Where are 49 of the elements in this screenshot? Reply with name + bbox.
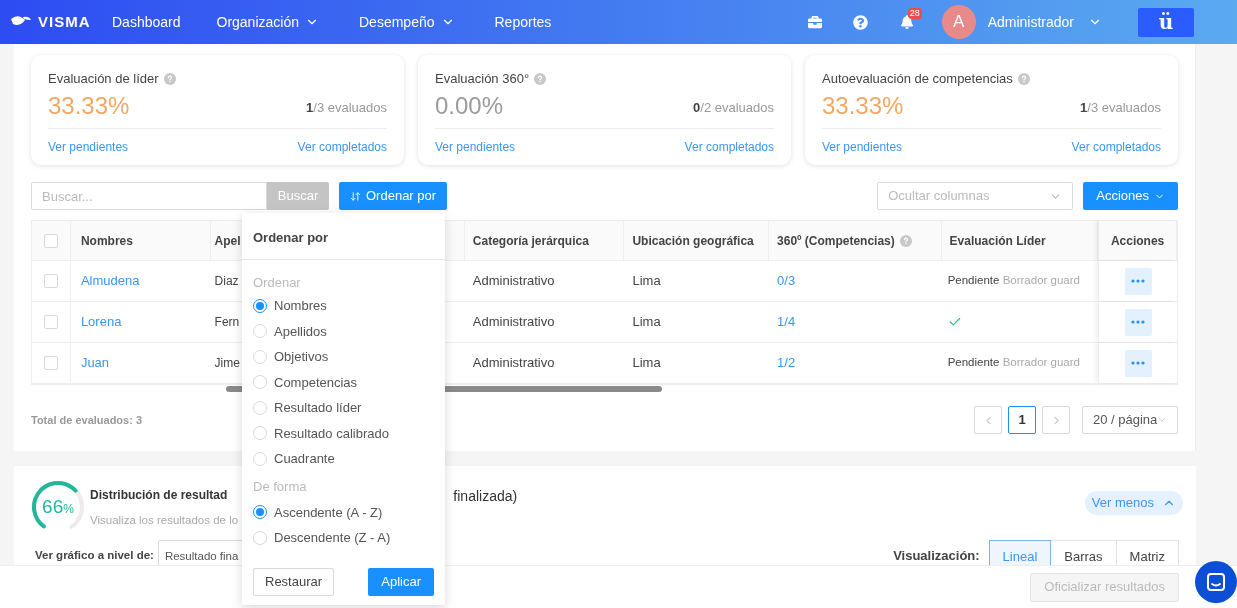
table-cell-text: Fern	[214, 314, 240, 331]
radio-label: Nombres	[274, 297, 327, 315]
leader-status: Pendiente Borrador guard	[947, 355, 1080, 371]
card-title: Evaluación 360°	[435, 70, 530, 88]
table-cell-text: Lima	[632, 272, 661, 291]
column-header: 360º (Competencias)	[777, 232, 895, 250]
column-header: Ubicación geográfica	[632, 232, 754, 250]
radio-label: Apellidos	[274, 322, 327, 341]
radio-label: Resultado líder	[274, 399, 362, 417]
card-percent: 0.00%	[435, 90, 504, 121]
card-count: 1/3 evaluados	[1080, 99, 1161, 117]
column-header: Nombres	[80, 232, 133, 250]
popup-title: Ordenar por	[253, 228, 329, 247]
radio-label: Resultado calibrado	[274, 424, 389, 443]
radio-label: Descendente (Z - A)	[274, 529, 391, 547]
table-cell-text: Jime	[214, 355, 240, 372]
column-header: Categoría jerárquica	[472, 232, 589, 250]
table-cell-text: Administrativo	[472, 354, 555, 373]
notification-count: 28	[907, 8, 922, 19]
section-subtitle: Visualiza los resultados de lo	[90, 513, 239, 528]
view-label: Visualización:	[893, 547, 980, 565]
column-header: Acciones	[1110, 232, 1165, 250]
card-count: 1/3 evaluados	[306, 99, 387, 117]
section-title-end: finalizada)	[453, 487, 518, 506]
column-header: Evaluación Líder	[949, 232, 1046, 250]
group-label: De forma	[253, 477, 307, 496]
radio-label: Objetivos	[274, 348, 329, 366]
publish-results-button: Oficializar resultados	[1030, 572, 1179, 602]
card-percent: 33.33%	[822, 90, 904, 121]
table-cell-text: Diaz	[214, 273, 239, 290]
radio-label: Cuadrante	[274, 450, 335, 468]
logo-text: VISMA	[38, 11, 91, 32]
progress-value: 66%	[41, 494, 75, 519]
card-title: Evaluación de líder	[48, 70, 159, 88]
card-percent: 33.33%	[48, 90, 130, 121]
total-count: Total de evaluados: 3	[31, 412, 143, 428]
table-cell-text: Administrativo	[472, 272, 555, 291]
radio-label: Competencias	[274, 373, 358, 392]
leader-status: Pendiente Borrador guard	[947, 273, 1080, 289]
level-label: Ver gráfico a nivel de:	[35, 548, 154, 563]
radio-label: Ascendente (A - Z)	[274, 503, 383, 522]
table-cell-text: Lima	[632, 354, 661, 373]
table-cell-text: Lima	[632, 313, 661, 332]
card-count: 0/2 evaluados	[693, 99, 774, 117]
table-cell-text: Administrativo	[472, 313, 555, 332]
column-header: Apel	[214, 232, 241, 250]
group-label: Ordenar	[253, 274, 301, 293]
section-title: Distribución de resultad	[90, 487, 228, 504]
card-title: Autoevaluación de competencias	[822, 70, 1013, 88]
